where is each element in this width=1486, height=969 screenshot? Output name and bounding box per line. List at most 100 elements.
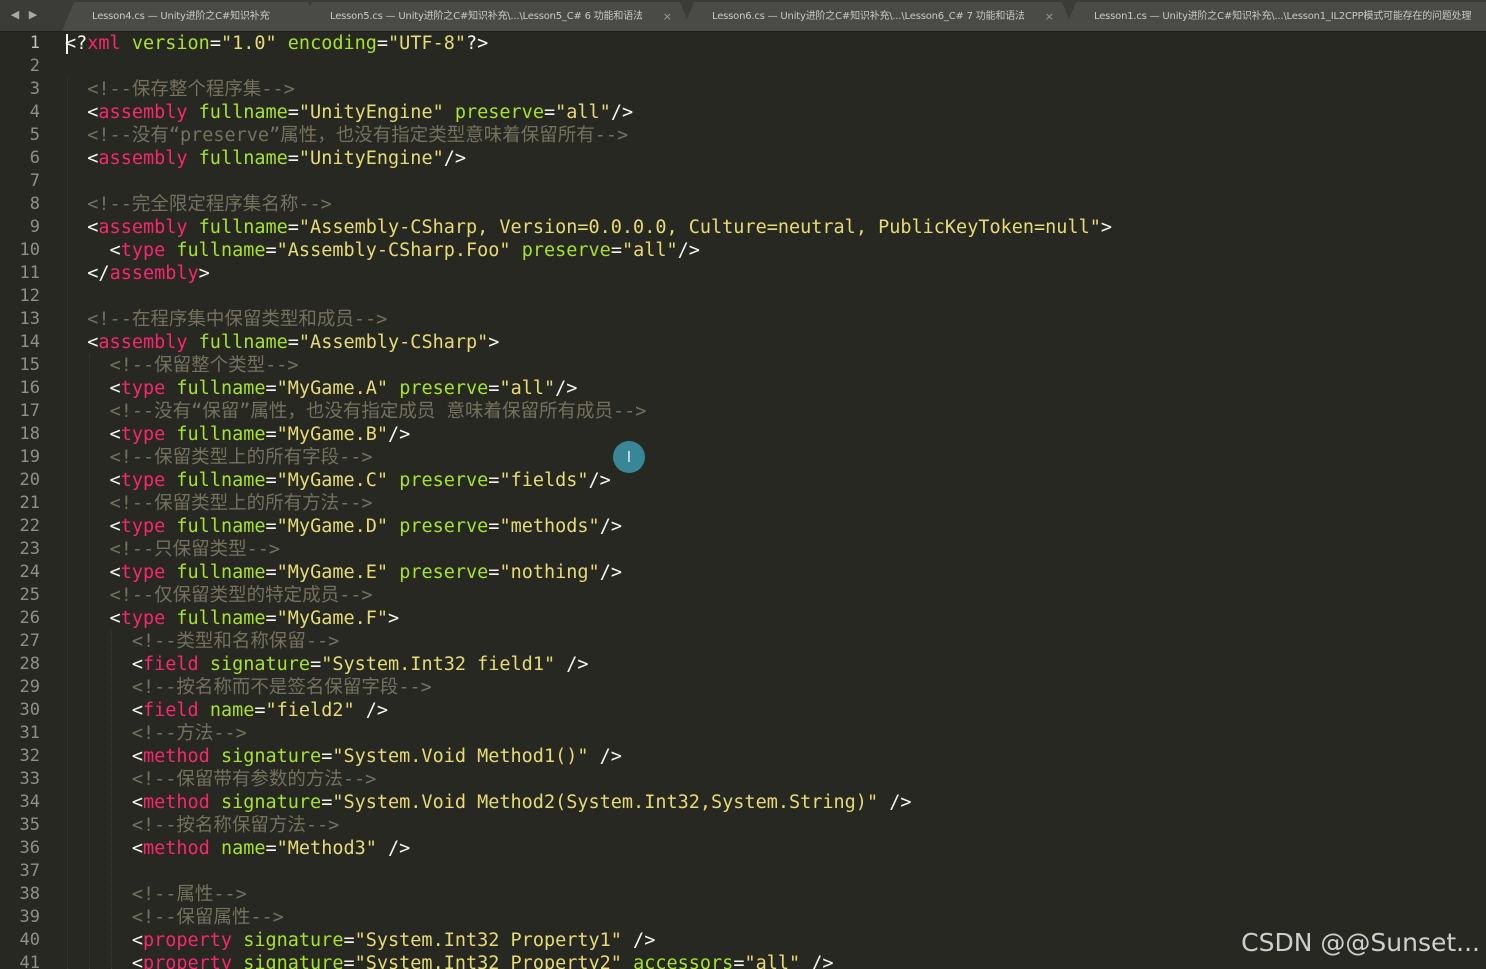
tab-bar: ◀ ▶ Lesson4.cs — Unity进阶之C#知识补充\...\Less…	[0, 0, 1486, 32]
code-token: assembly	[98, 102, 188, 123]
code-token: type	[120, 240, 166, 261]
next-tab-icon[interactable]: ▶	[26, 7, 40, 23]
code-line: <type fullname="MyGame.E" preserve="noth…	[65, 561, 622, 584]
code-token: fullname	[176, 608, 266, 629]
code-token: fullname	[176, 424, 266, 445]
code-token: />	[376, 838, 411, 859]
code-token: =	[733, 953, 745, 969]
code-token: />	[588, 470, 611, 491]
code-token: =	[343, 953, 355, 969]
mouse-cursor-icon: I	[613, 441, 645, 473]
line-number: 6	[29, 148, 40, 168]
tab-lesson4[interactable]: Lesson4.cs — Unity进阶之C#知识补充\...\Lesson4_…	[62, 2, 320, 31]
code-token: =	[321, 746, 333, 767]
tab-label: Lesson6.cs — Unity进阶之C#知识补充\...\Lesson6_…	[712, 11, 1024, 22]
code-token: signature	[220, 792, 322, 813]
code-line: <type fullname="MyGame.D" preserve="meth…	[65, 515, 622, 538]
code-token: <!--在程序集中保留类型和成员-->	[87, 309, 388, 330]
code-token: fullname	[176, 562, 266, 583]
tab-lesson1[interactable]: Lesson1.cs — Unity进阶之C#知识补充\...\Lesson1_…	[1064, 2, 1486, 31]
code-line: <!--类型和名称保留-->	[65, 630, 339, 653]
code-token: "all"	[744, 953, 801, 969]
editor-window: ◀ ▶ Lesson4.cs — Unity进阶之C#知识补充\...\Less…	[0, 0, 1486, 969]
code-token: "UnityEngine"	[298, 102, 444, 123]
code-token: <!--只保留类型-->	[109, 539, 281, 560]
code-line: <!--按名称而不是签名保留字段-->	[65, 676, 432, 699]
code-line: <!--只保留类型-->	[65, 538, 280, 561]
line-number: 24	[19, 562, 40, 582]
code-token: <!--类型和名称保留-->	[131, 631, 340, 652]
code-line: <!--完全限定程序集名称-->	[65, 193, 331, 216]
line-number-gutter: 1 2 3 4 5 6 7 8 9 10 11 12 13 14 15 16 17 18 19 20 21 22 23 24 2…	[0, 32, 52, 969]
code-token: type	[120, 378, 166, 399]
code-token: <	[65, 148, 99, 169]
line-number: 33	[19, 769, 40, 789]
close-icon[interactable]: ×	[663, 2, 672, 31]
line-number: 27	[19, 631, 40, 651]
tab-lesson6[interactable]: Lesson6.cs — Unity进阶之C#知识补充\...\Lesson6_…	[682, 2, 1074, 31]
code-token: "System.Int32 field1"	[321, 654, 556, 675]
code-token: preserve	[399, 516, 489, 537]
code-token: =	[254, 700, 266, 721]
code-token: name	[220, 838, 266, 859]
close-icon[interactable]: ×	[1045, 2, 1054, 31]
tab-lesson5[interactable]: Lesson5.cs — Unity进阶之C#知识补充\...\Lesson5_…	[300, 2, 692, 31]
code-token: =	[287, 148, 299, 169]
code-token: "System.Void Method1()"	[332, 746, 589, 767]
line-number: 35	[19, 815, 40, 835]
code-line: <assembly fullname="UnityEngine" preserv…	[65, 101, 633, 124]
code-token: fullname	[176, 516, 266, 537]
code-token: version	[131, 33, 210, 54]
code-token: <!--保留带有参数的方法-->	[131, 769, 377, 790]
code-line: <!--保留类型上的所有方法-->	[65, 492, 373, 515]
code-token: assembly	[109, 263, 199, 284]
code-token: =	[343, 930, 355, 951]
code-line: <assembly fullname="Assembly-CSharp, Ver…	[65, 216, 1112, 239]
code-line: <type fullname="Assembly-CSharp.Foo" pre…	[65, 239, 700, 262]
line-number: 37	[19, 861, 40, 881]
code-token: field	[142, 654, 199, 675]
code-token: fullname	[198, 217, 288, 238]
code-token: <	[65, 608, 121, 629]
code-token: </	[65, 263, 110, 284]
code-line: <type fullname="MyGame.C" preserve="fiel…	[65, 469, 611, 492]
line-number: 7	[29, 171, 40, 191]
code-token: method	[142, 746, 210, 767]
code-area[interactable]: <?xml version="1.0" encoding="UTF-8"?> <…	[52, 32, 1486, 969]
code-line: <type fullname="MyGame.A" preserve="all"…	[65, 377, 578, 400]
code-token: type	[120, 424, 166, 445]
code-token: "Assembly-CSharp"	[298, 332, 489, 353]
code-token: "MyGame.C"	[276, 470, 389, 491]
code-token: preserve	[399, 470, 489, 491]
code-token: =	[265, 838, 277, 859]
line-number: 13	[19, 309, 40, 329]
code-token: property	[142, 953, 233, 969]
code-line: <!--方法-->	[65, 722, 247, 745]
code-line: <!--没有“保留”属性，也没有指定成员 意味着保留所有成员-->	[65, 400, 647, 423]
code-token: type	[120, 470, 166, 491]
code-line: <method name="Method3" />	[65, 837, 411, 860]
code-line: <method signature="System.Void Method2(S…	[65, 791, 912, 814]
code-token: "1.0"	[220, 33, 277, 54]
code-token: />	[388, 424, 411, 445]
code-token: =	[610, 240, 622, 261]
code-token: "MyGame.D"	[276, 516, 389, 537]
code-token: <	[65, 792, 143, 813]
line-number: 16	[19, 378, 40, 398]
previous-tab-icon[interactable]: ◀	[8, 7, 22, 23]
line-number: 22	[19, 516, 40, 536]
code-token: "UTF-8"	[388, 33, 467, 54]
code-token: =	[488, 378, 500, 399]
code-token: >	[488, 332, 500, 353]
